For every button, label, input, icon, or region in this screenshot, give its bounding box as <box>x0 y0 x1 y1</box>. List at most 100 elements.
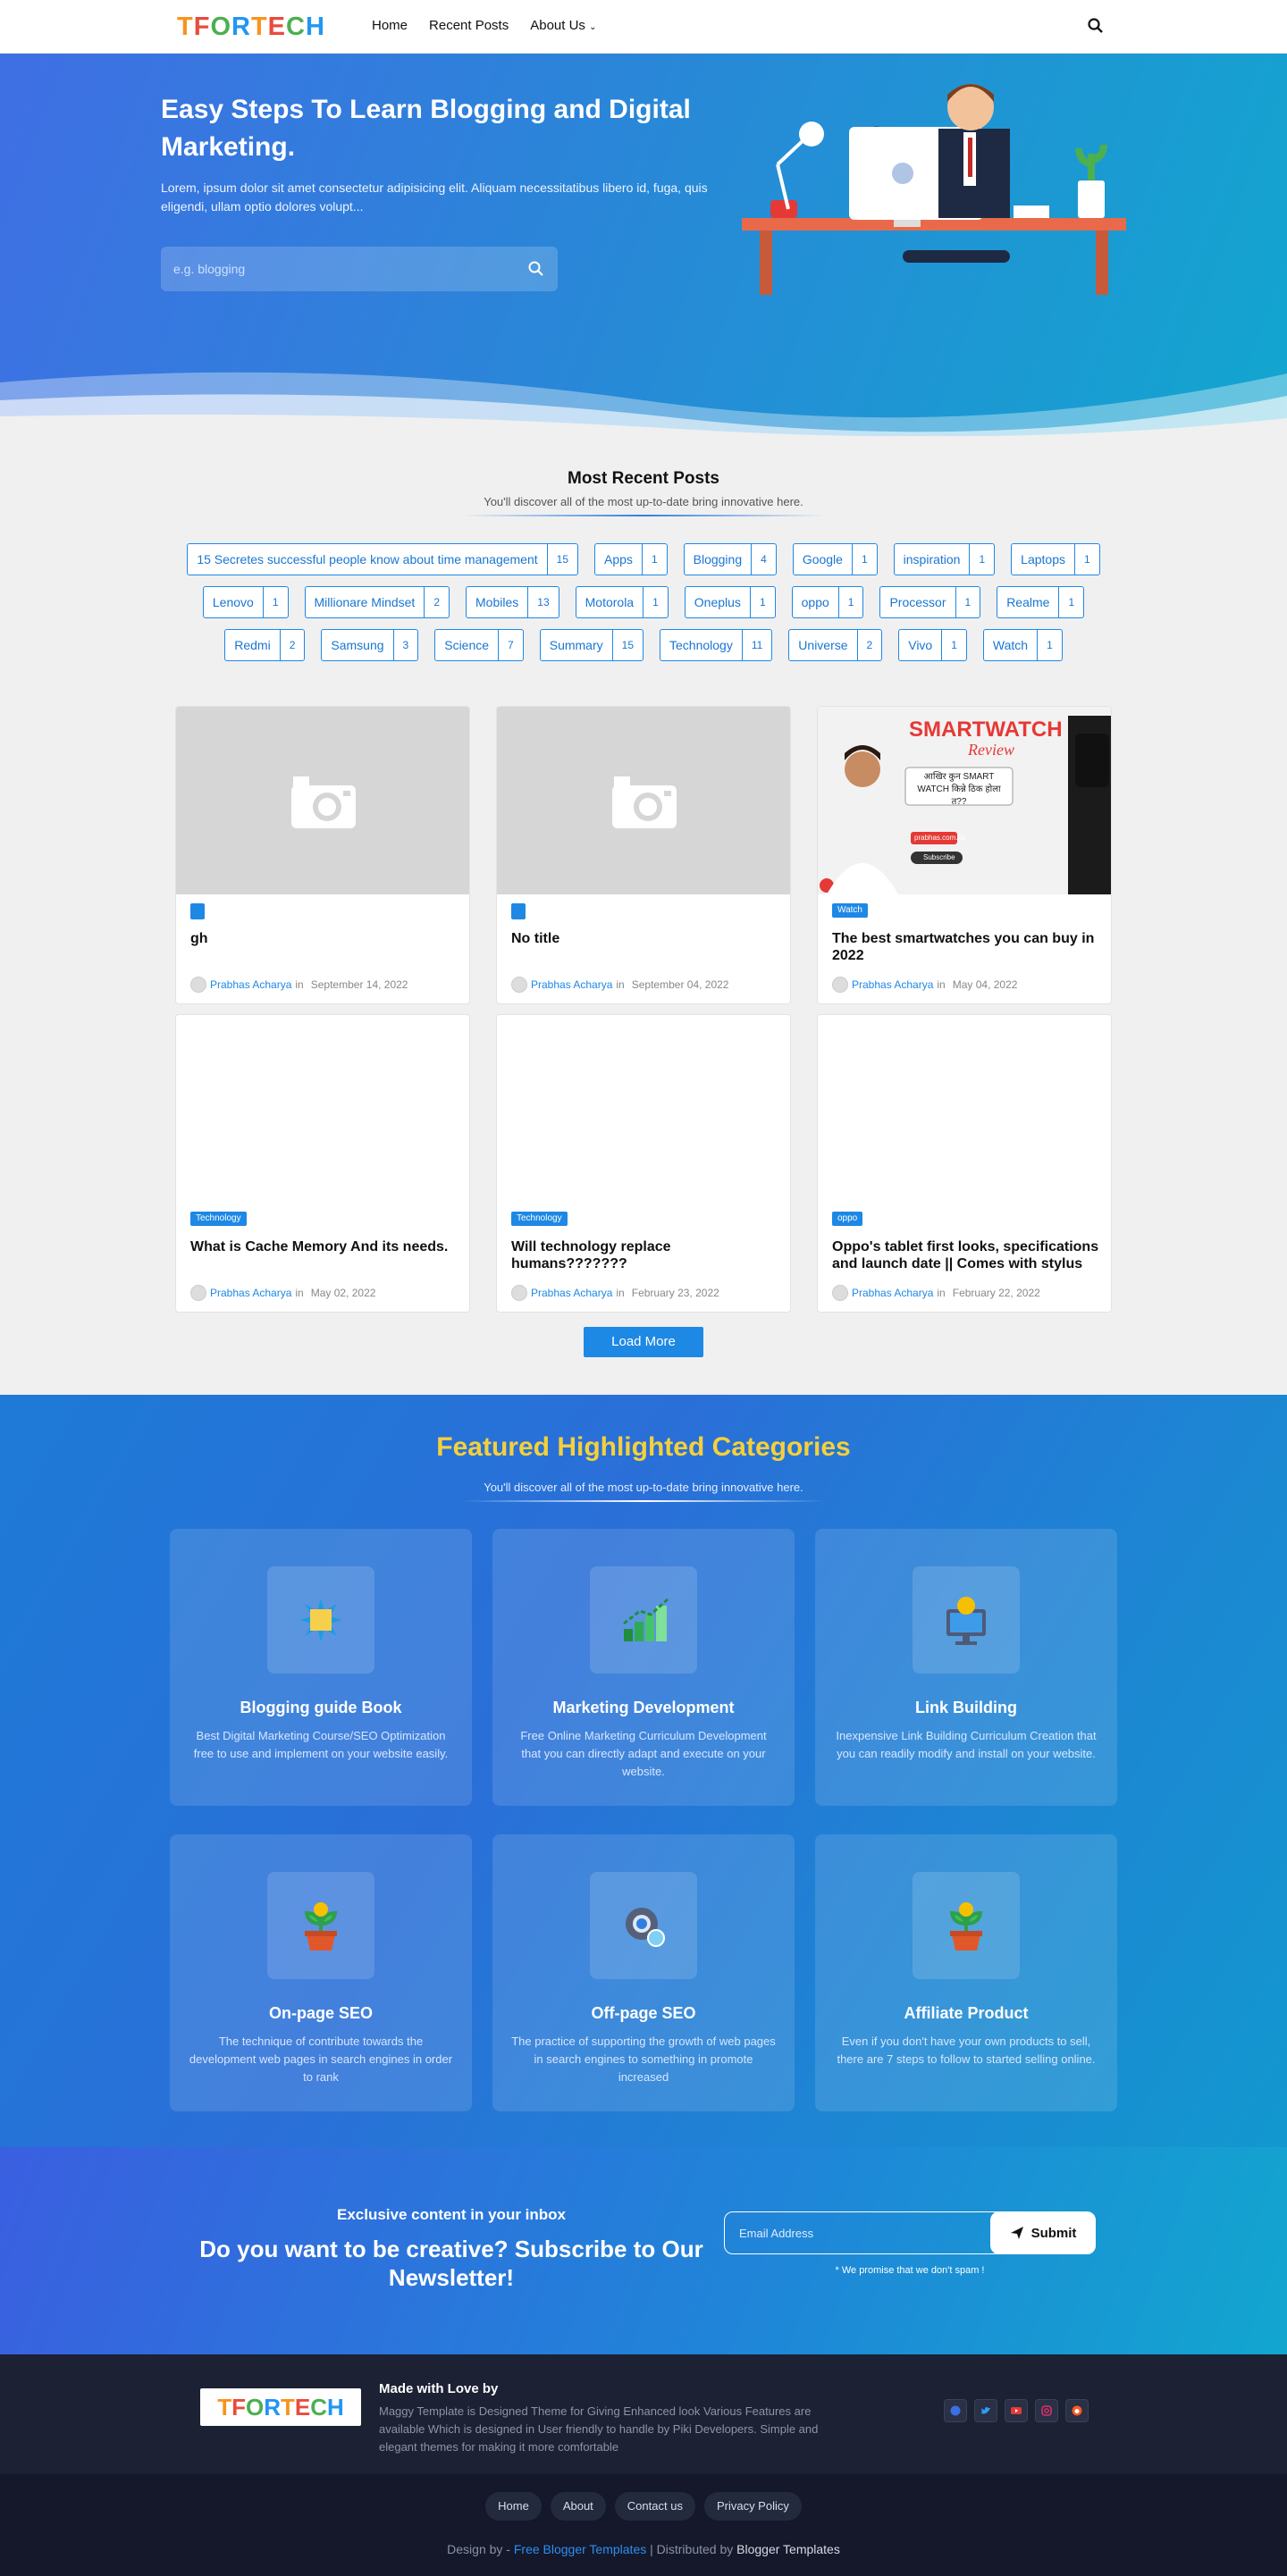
post-category-badge[interactable] <box>190 903 205 919</box>
label-count: 1 <box>1074 544 1099 575</box>
post-title[interactable]: gh <box>190 930 458 947</box>
label-tag[interactable]: Science 7 <box>434 629 524 661</box>
post-category-badge[interactable]: Watch <box>832 903 868 918</box>
post-thumbnail[interactable] <box>818 1015 1111 1203</box>
post-thumbnail[interactable] <box>497 1015 790 1203</box>
label-tag[interactable]: Realme 1 <box>997 586 1085 618</box>
youtube-icon[interactable] <box>1005 2399 1028 2422</box>
post-category-badge[interactable]: Technology <box>511 1212 568 1226</box>
category-card[interactable]: Off-page SEO The practice of supporting t… <box>492 1834 795 2111</box>
category-card[interactable]: Marketing Development Free Online Marketi… <box>492 1529 795 1806</box>
instagram-icon[interactable] <box>1035 2399 1058 2422</box>
category-text: Even if you don't have your own products… <box>837 2035 1096 2066</box>
post-category-badge[interactable] <box>511 903 526 919</box>
site-logo[interactable]: TFORTECH <box>177 12 325 42</box>
post-date: February 22, 2022 <box>952 1287 1040 1299</box>
post-title[interactable]: What is Cache Memory And its needs. <box>190 1238 458 1255</box>
post-thumbnail[interactable]: SMARTWATCH Review आखिर कुन SMART WATCH किन… <box>818 707 1111 894</box>
label-tag[interactable]: Technology 11 <box>660 629 773 661</box>
credit-line: Design by - Free Blogger Templates | Dis… <box>0 2542 1287 2556</box>
category-card[interactable]: Link Building Inexpensive Link Building C… <box>815 1529 1117 1806</box>
category-card[interactable]: Affiliate Product Even if you don't have … <box>815 1834 1117 2111</box>
post-thumbnail[interactable] <box>176 1015 469 1203</box>
label-tag[interactable]: Blogging 4 <box>683 543 777 575</box>
author-avatar <box>511 1285 527 1301</box>
category-text: The technique of contribute towards the … <box>189 2035 453 2084</box>
label-count: 11 <box>741 630 771 660</box>
post-title[interactable]: Oppo's tablet first looks, specification… <box>832 1238 1100 1272</box>
label-tag[interactable]: Redmi 2 <box>224 629 306 661</box>
monitor-coin-icon <box>913 1566 1020 1674</box>
category-card[interactable]: On-page SEO The technique of contribute t… <box>170 1834 472 2111</box>
load-more-button[interactable]: Load More <box>584 1327 703 1357</box>
hero-search-input[interactable] <box>161 247 518 291</box>
label-tag[interactable]: Samsung 3 <box>321 629 419 661</box>
label-name: Lenovo <box>212 595 254 609</box>
author-name[interactable]: Prabhas Acharya <box>852 978 933 991</box>
label-tag[interactable]: Lenovo 1 <box>202 586 289 618</box>
author-name[interactable]: Prabhas Acharya <box>531 1287 612 1299</box>
nav-about-us[interactable]: About Us ⌄ <box>530 18 596 33</box>
post-card[interactable]: gh Prabhas Acharya in September 14, 2022 <box>175 706 470 1004</box>
label-tag[interactable]: Watch 1 <box>982 629 1063 661</box>
label-tag[interactable]: Oneplus 1 <box>684 586 776 618</box>
post-title[interactable]: Will technology replace humans??????? <box>511 1238 779 1272</box>
label-tag[interactable]: Universe 2 <box>788 629 883 661</box>
footer-link-contact[interactable]: Contact us <box>614 2492 695 2521</box>
recent-subtitle: You'll discover all of the most up-to-da… <box>484 495 803 508</box>
label-count: 2 <box>424 587 449 617</box>
label-tag[interactable]: Apps 1 <box>594 543 668 575</box>
label-count: 1 <box>851 544 877 575</box>
label-tag[interactable]: Motorola 1 <box>575 586 669 618</box>
search-icon[interactable] <box>527 260 545 278</box>
post-card[interactable]: No title Prabhas Acharya in September 04, 2… <box>496 706 791 1004</box>
reddit-icon[interactable] <box>1065 2399 1089 2422</box>
author-name[interactable]: Prabhas Acharya <box>531 978 612 991</box>
label-tag[interactable]: inspiration 1 <box>893 543 996 575</box>
email-field[interactable] <box>725 2212 984 2253</box>
post-card[interactable]: Technology What is Cache Memory And its n… <box>175 1014 470 1313</box>
label-tag[interactable]: Mobiles 13 <box>466 586 559 618</box>
post-card[interactable]: oppo Oppo's tablet first looks, specifica… <box>817 1014 1112 1313</box>
post-title[interactable]: The best smartwatches you can buy in 202… <box>832 930 1100 964</box>
thumb-heading: SMARTWATCH <box>909 717 1063 742</box>
credit-link[interactable]: Free Blogger Templates <box>514 2542 646 2556</box>
post-card[interactable]: Technology Will technology replace humans… <box>496 1014 791 1313</box>
label-name: inspiration <box>903 552 961 566</box>
label-tag[interactable]: Laptops 1 <box>1011 543 1100 575</box>
label-name: Laptops <box>1021 552 1065 566</box>
author-name[interactable]: Prabhas Acharya <box>210 978 291 991</box>
post-category-badge[interactable]: Technology <box>190 1212 247 1226</box>
author-name[interactable]: Prabhas Acharya <box>210 1287 291 1299</box>
category-card[interactable]: Blogging guide Book Best Digital Marketin… <box>170 1529 472 1806</box>
label-name: Motorola <box>585 595 635 609</box>
label-tag[interactable]: 15 Secretes successful people know about… <box>187 543 579 575</box>
footer-logo[interactable]: TFORTECH <box>200 2388 361 2426</box>
distributor-link[interactable]: Blogger Templates <box>736 2542 840 2556</box>
label-tag[interactable]: Google 1 <box>792 543 878 575</box>
post-date: September 04, 2022 <box>631 978 729 991</box>
post-title[interactable]: No title <box>511 930 779 947</box>
label-tag[interactable]: Processor 1 <box>879 586 981 618</box>
footer-link-home[interactable]: Home <box>485 2492 542 2521</box>
twitter-icon[interactable] <box>974 2399 997 2422</box>
recent-title: Most Recent Posts <box>568 469 719 488</box>
post-thumbnail[interactable] <box>497 707 790 894</box>
author-name[interactable]: Prabhas Acharya <box>852 1287 933 1299</box>
post-meta: Prabhas Acharya in February 22, 2022 <box>832 1285 1040 1301</box>
post-card[interactable]: SMARTWATCH Review आखिर कुन SMART WATCH किन… <box>817 706 1112 1004</box>
facebook-icon[interactable] <box>944 2399 967 2422</box>
label-tag[interactable]: Summary 15 <box>539 629 644 661</box>
label-tag[interactable]: Millionare Mindset 2 <box>304 586 450 618</box>
footer-link-privacy[interactable]: Privacy Policy <box>703 2492 802 2521</box>
category-title: On-page SEO <box>268 2004 373 2022</box>
label-tag[interactable]: oppo 1 <box>791 586 864 618</box>
post-category-badge[interactable]: oppo <box>832 1212 863 1226</box>
label-tag[interactable]: Vivo 1 <box>898 629 967 661</box>
search-icon[interactable] <box>1087 17 1105 35</box>
post-thumbnail[interactable] <box>176 707 469 894</box>
nav-recent-posts[interactable]: Recent Posts <box>429 18 509 33</box>
nav-home[interactable]: Home <box>372 18 408 33</box>
submit-button[interactable]: Submit <box>990 2211 1096 2254</box>
footer-link-about[interactable]: About <box>550 2492 606 2521</box>
